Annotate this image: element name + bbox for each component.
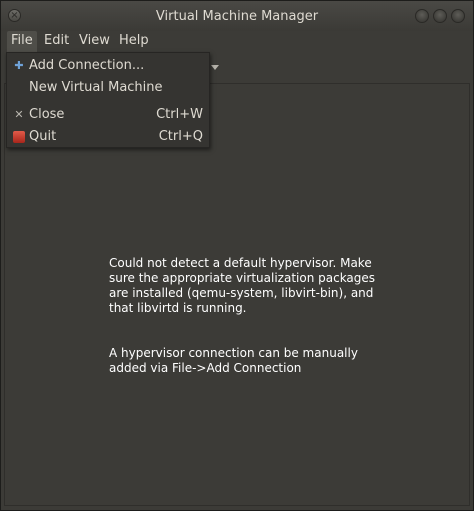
menu-file[interactable]: File	[7, 31, 37, 53]
window-close-button[interactable]	[451, 9, 465, 23]
menu-item-shortcut: Ctrl+Q	[158, 129, 203, 144]
window-title: Virtual Machine Manager	[155, 9, 319, 24]
window-maximize-button[interactable]	[433, 9, 447, 23]
main-window: × Virtual Machine Manager File Edit View…	[0, 0, 474, 511]
menu-item-label: Quit	[29, 129, 57, 144]
menu-item-label: New Virtual Machine	[29, 80, 163, 95]
menu-view[interactable]: View	[75, 31, 114, 53]
menu-edit[interactable]: Edit	[40, 31, 73, 53]
menu-item-label: Close	[29, 107, 65, 122]
menu-help[interactable]: Help	[115, 31, 153, 53]
message-paragraph-1: Could not detect a default hypervisor. M…	[109, 256, 376, 315]
close-icon: ✕	[14, 108, 24, 121]
file-menu-dropdown: ✚ Add Connection... New Virtual Machine …	[6, 52, 210, 148]
menu-item-shortcut: Ctrl+W	[156, 107, 203, 122]
window-minimize-button[interactable]	[415, 9, 429, 23]
title-bar[interactable]: × Virtual Machine Manager	[1, 1, 473, 31]
quit-icon	[13, 131, 25, 143]
menu-item-new-virtual-machine[interactable]: New Virtual Machine	[7, 77, 209, 99]
no-hypervisor-message: Could not detect a default hypervisor. M…	[109, 241, 389, 406]
menu-item-quit[interactable]: Quit Ctrl+Q	[7, 126, 209, 148]
message-paragraph-2: A hypervisor connection can be manually …	[109, 346, 358, 375]
menu-item-add-connection[interactable]: ✚ Add Connection...	[7, 55, 209, 77]
dropdown-arrow-icon[interactable]	[211, 65, 219, 70]
menu-item-label: Add Connection...	[29, 58, 145, 73]
menu-item-close[interactable]: ✕ Close Ctrl+W	[7, 104, 209, 126]
menu-bar: File Edit View Help	[1, 31, 473, 53]
add-connection-icon: ✚	[14, 59, 24, 72]
